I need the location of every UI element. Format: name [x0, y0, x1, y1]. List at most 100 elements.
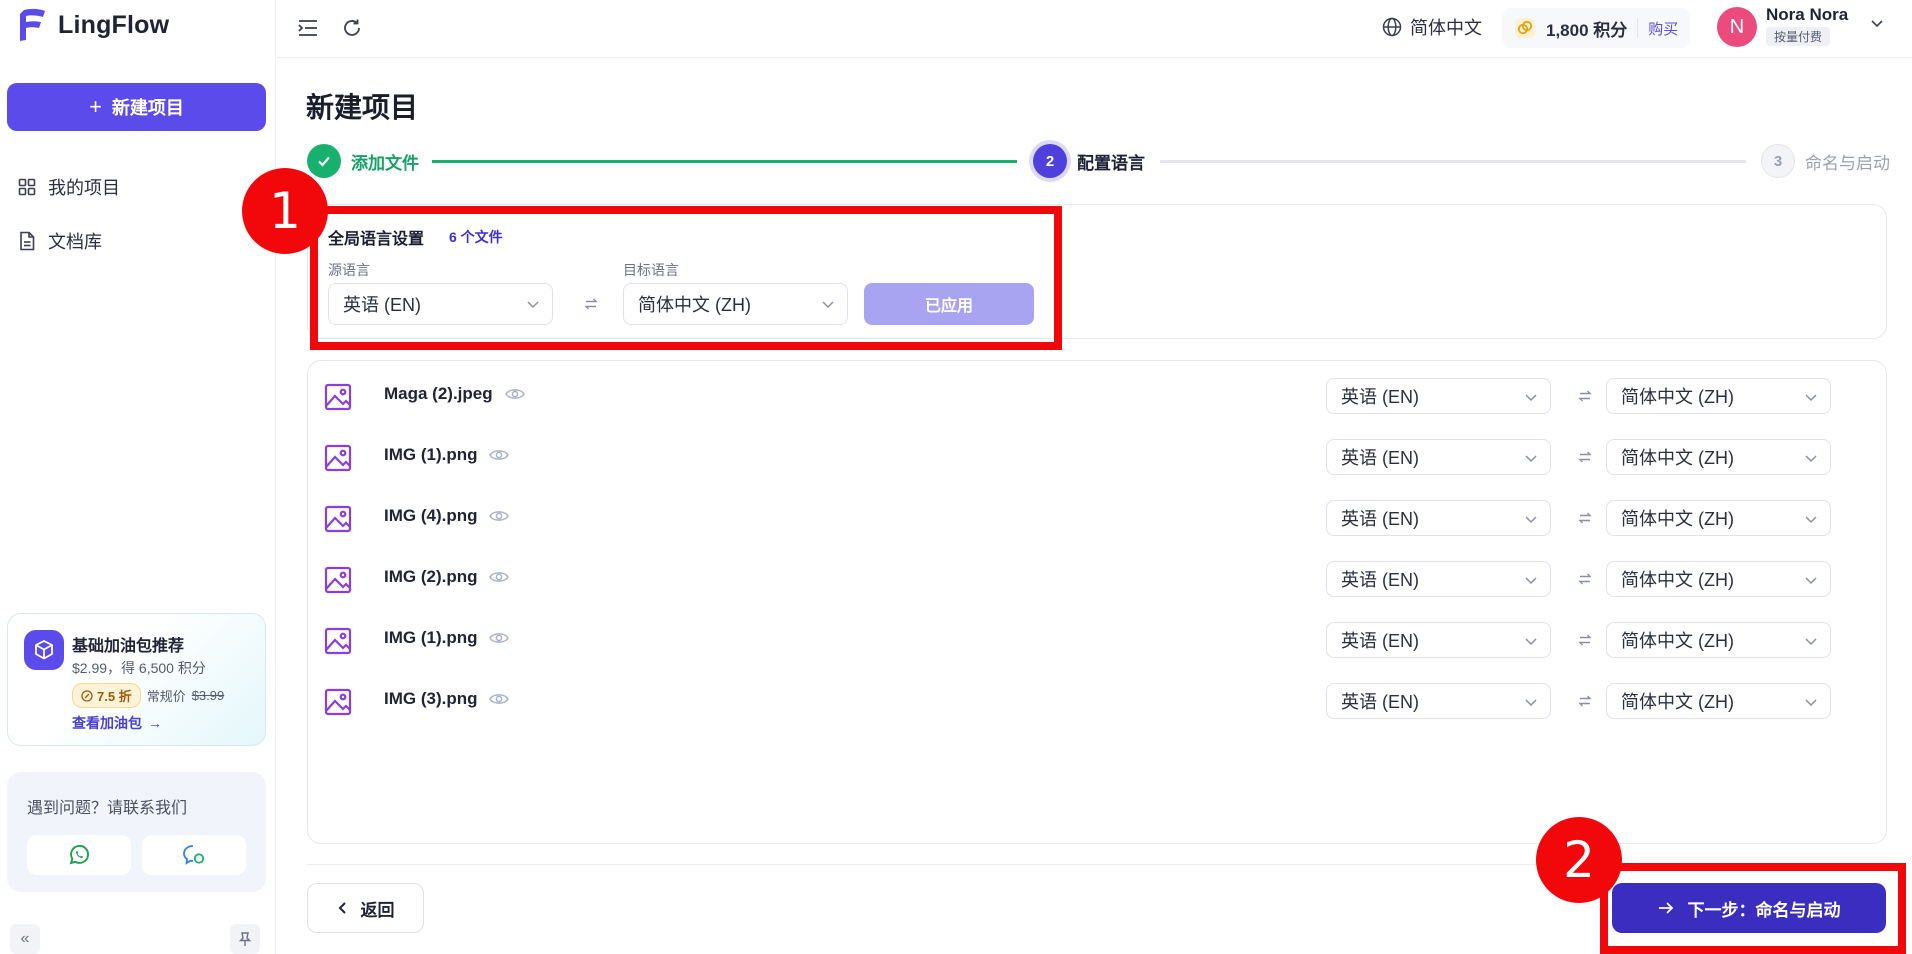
eye-icon[interactable] [489, 692, 510, 706]
file-target-language-select[interactable]: 简体中文 (ZH) [1606, 500, 1831, 536]
file-target-language-select[interactable]: 简体中文 (ZH) [1606, 622, 1831, 658]
refresh-icon [344, 19, 360, 36]
document-icon [20, 231, 35, 251]
file-source-language-select[interactable]: 英语 (EN) [1326, 622, 1551, 658]
refresh-button[interactable] [338, 14, 366, 42]
image-file-icon [324, 566, 352, 594]
swap-icon [1575, 386, 1595, 406]
user-name[interactable]: Nora Nora [1766, 5, 1848, 25]
step-number: 3 [1761, 144, 1795, 178]
grid-icon [18, 178, 36, 196]
file-source-language-select[interactable]: 英语 (EN) [1326, 378, 1551, 414]
step-label: 添加文件 [351, 153, 419, 173]
file-row: IMG (1).png 英语 (EN) 简体中文 (ZH) [308, 432, 1888, 482]
file-name: Maga (2).jpeg [384, 384, 525, 404]
new-project-label: 新建项目 [111, 98, 184, 118]
file-target-language-select[interactable]: 简体中文 (ZH) [1606, 378, 1831, 414]
language-label: 简体中文 [1410, 18, 1482, 38]
chevron-down-icon [1805, 455, 1817, 463]
chevron-down-icon [1525, 455, 1537, 463]
sidebar-item-my-projects[interactable]: 我的项目 [18, 174, 120, 200]
file-name: IMG (1).png [384, 445, 510, 465]
double-chevron-left-icon: « [20, 930, 30, 947]
coins-icon [1515, 18, 1535, 38]
pin-sidebar-button[interactable] [230, 924, 260, 954]
package-plus-icon [24, 630, 64, 670]
sidebar: LingFlow + 新建项目 我的项目 文档库 基础加油包推荐 $2.99，得… [0, 0, 276, 954]
file-list: Maga (2).jpeg 英语 (EN) 简体中文 (ZH) IMG (1).png… [307, 360, 1887, 844]
back-button[interactable]: 返回 [307, 883, 424, 933]
collapse-sidebar-button[interactable]: « [10, 924, 40, 954]
avatar[interactable]: N [1717, 7, 1757, 47]
discount-badge: 7.5 折 [72, 683, 141, 708]
step-name-and-launch: 3 命名与启动 [1761, 144, 1890, 178]
app-name: LingFlow [58, 10, 170, 39]
chevron-down-icon [1525, 699, 1537, 707]
view-packages-link[interactable]: 查看加油包 → [72, 713, 162, 733]
sidebar-item-label: 我的项目 [48, 178, 120, 198]
eye-icon[interactable] [504, 387, 525, 401]
annotation-badge-1: 1 [242, 168, 328, 254]
new-project-button[interactable]: + 新建项目 [7, 83, 266, 131]
step-configure-language: 2 配置语言 [1033, 144, 1145, 178]
language-switcher[interactable]: 简体中文 [1382, 14, 1482, 40]
promo-card: 基础加油包推荐 $2.99，得 6,500 积分 7.5 折 常规价 $3.99… [7, 613, 266, 746]
chat-bubble-icon [183, 845, 205, 865]
user-plan-badge: 按量付费 [1766, 27, 1831, 46]
chevron-down-icon [1525, 516, 1537, 524]
sidebar-item-document-library[interactable]: 文档库 [18, 228, 102, 254]
file-target-language-select[interactable]: 简体中文 (ZH) [1606, 439, 1831, 475]
chevron-down-icon [1525, 577, 1537, 585]
swap-icon [1575, 691, 1595, 711]
credits-widget: 1,800 积分 购买 [1502, 8, 1691, 48]
file-name: IMG (4).png [384, 506, 510, 526]
credits-divider [1637, 18, 1639, 38]
sidebar-item-label: 文档库 [48, 232, 102, 252]
eye-icon[interactable] [489, 448, 510, 462]
plus-icon: + [89, 94, 102, 119]
file-target-language-select[interactable]: 简体中文 (ZH) [1606, 561, 1831, 597]
arrow-right-icon: → [148, 715, 162, 731]
file-name: IMG (1).png [384, 628, 510, 648]
file-row: IMG (1).png 英语 (EN) 简体中文 (ZH) [308, 615, 1888, 665]
annotation-badge-2: 2 [1536, 817, 1622, 903]
promo-price: $2.99，得 6,500 积分 [72, 660, 206, 676]
credits-balance: 1,800 积分 [1546, 20, 1628, 40]
file-target-language-select[interactable]: 简体中文 (ZH) [1606, 683, 1831, 719]
chat-support-button[interactable] [142, 835, 246, 875]
chevron-down-icon [1805, 577, 1817, 585]
chevron-down-icon [1525, 394, 1537, 402]
eye-icon[interactable] [489, 570, 510, 584]
annotation-box-1 [310, 206, 1062, 350]
file-source-language-select[interactable]: 英语 (EN) [1326, 683, 1551, 719]
check-icon [307, 144, 341, 178]
file-row: IMG (3).png 英语 (EN) 简体中文 (ZH) [308, 676, 1888, 726]
top-bar: 简体中文 1,800 积分 购买 N Nora Nora 按量付费 [277, 0, 1912, 58]
step-add-files: 添加文件 [307, 144, 419, 178]
file-name: IMG (3).png [384, 689, 510, 709]
image-file-icon [324, 505, 352, 533]
promo-title: 基础加油包推荐 [72, 638, 185, 655]
step-label: 配置语言 [1077, 153, 1145, 173]
image-file-icon [324, 444, 352, 472]
file-source-language-select[interactable]: 英语 (EN) [1326, 561, 1551, 597]
file-row: IMG (2).png 英语 (EN) 简体中文 (ZH) [308, 554, 1888, 604]
step-number: 2 [1033, 144, 1067, 178]
menu-toggle-button[interactable] [294, 14, 322, 42]
file-source-language-select[interactable]: 英语 (EN) [1326, 500, 1551, 536]
step-connector-pending [1160, 160, 1746, 163]
file-source-language-select[interactable]: 英语 (EN) [1326, 439, 1551, 475]
eye-icon[interactable] [489, 509, 510, 523]
app-logo[interactable]: LingFlow [18, 8, 169, 42]
swap-icon [1575, 508, 1595, 528]
file-row: IMG (4).png 英语 (EN) 简体中文 (ZH) [308, 493, 1888, 543]
chevron-left-icon [338, 902, 346, 914]
chevron-down-icon [1805, 516, 1817, 524]
menu-indent-icon [298, 20, 317, 36]
eye-icon[interactable] [489, 631, 510, 645]
chevron-down-icon[interactable] [1870, 16, 1884, 30]
whatsapp-button[interactable] [27, 835, 131, 875]
buy-credits-link[interactable]: 购买 [1648, 18, 1678, 39]
discount-icon [81, 689, 93, 702]
file-row: Maga (2).jpeg 英语 (EN) 简体中文 (ZH) [308, 371, 1888, 421]
